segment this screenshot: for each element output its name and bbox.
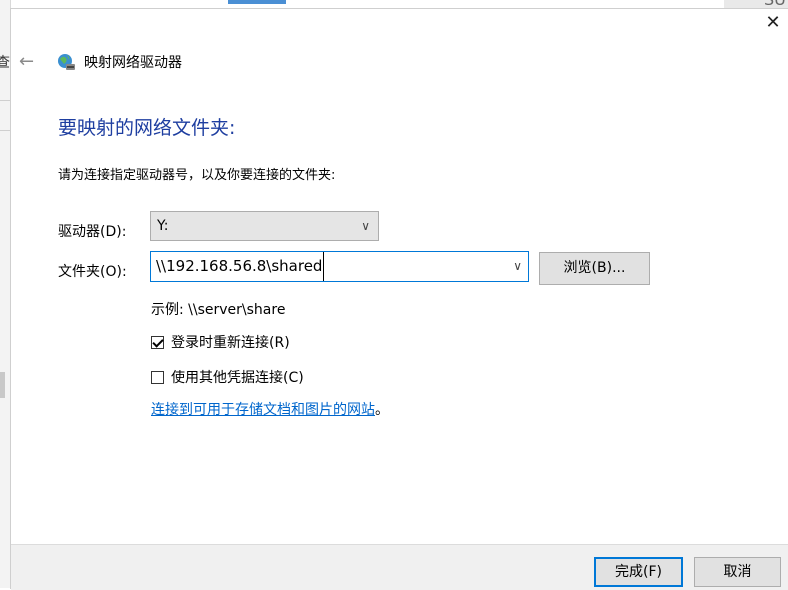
background-accent — [228, 0, 286, 4]
browse-button[interactable]: 浏览(B)... — [539, 252, 650, 285]
checkbox-checked-icon[interactable] — [151, 335, 164, 349]
checkbox-label: 使用其他凭据连接(C) — [171, 370, 304, 386]
background-scrollbar — [0, 372, 5, 398]
page-heading: 要映射的网络文件夹: — [58, 117, 236, 139]
dialog-title-bar: 映射网络驱动器 — [56, 52, 182, 72]
chevron-down-icon: ∨ — [361, 219, 370, 233]
back-button[interactable]: ← — [19, 51, 34, 72]
website-link-row: 连接到可用于存储文档和图片的网站。 — [151, 399, 389, 419]
background-divider — [0, 130, 10, 131]
background-divider — [0, 100, 10, 101]
network-drive-icon — [58, 54, 75, 70]
reconnect-at-signin-checkbox[interactable]: 登录时重新连接(R) — [151, 332, 290, 352]
folder-path-input[interactable]: \\192.168.56.8\shared ∨ — [150, 251, 529, 282]
background-window-corner: SU — [724, 0, 788, 9]
checkbox-label: 登录时重新连接(R) — [171, 335, 290, 351]
map-network-drive-dialog: ✕ ← 映射网络驱动器 要映射的网络文件夹: 请为连接指定驱动器号，以及你要连接… — [10, 8, 788, 590]
example-text: 示例: \\server\share — [151, 302, 286, 318]
close-button[interactable]: ✕ — [763, 13, 783, 33]
chevron-down-icon[interactable]: ∨ — [513, 252, 522, 281]
background-text-fragment: 查 — [0, 55, 10, 71]
drive-selected-value: Y: — [157, 218, 169, 234]
link-suffix: 。 — [375, 402, 389, 418]
finish-button[interactable]: 完成(F) — [594, 557, 683, 587]
checkbox-unchecked-icon[interactable] — [151, 370, 164, 384]
folder-path-value: \\192.168.56.8\shared — [156, 252, 325, 281]
folder-label: 文件夹(O): — [58, 264, 127, 280]
drive-label: 驱动器(D): — [58, 224, 127, 240]
dialog-title: 映射网络驱动器 — [84, 55, 182, 71]
connect-website-link[interactable]: 连接到可用于存储文档和图片的网站 — [151, 402, 375, 418]
drive-letter-select[interactable]: Y: ∨ — [150, 211, 379, 241]
back-arrow-icon: ← — [19, 51, 35, 72]
close-icon: ✕ — [765, 12, 781, 33]
instruction-text: 请为连接指定驱动器号，以及你要连接的文件夹: — [58, 168, 336, 183]
use-other-credentials-checkbox[interactable]: 使用其他凭据连接(C) — [151, 367, 304, 387]
cancel-button[interactable]: 取消 — [694, 557, 781, 587]
